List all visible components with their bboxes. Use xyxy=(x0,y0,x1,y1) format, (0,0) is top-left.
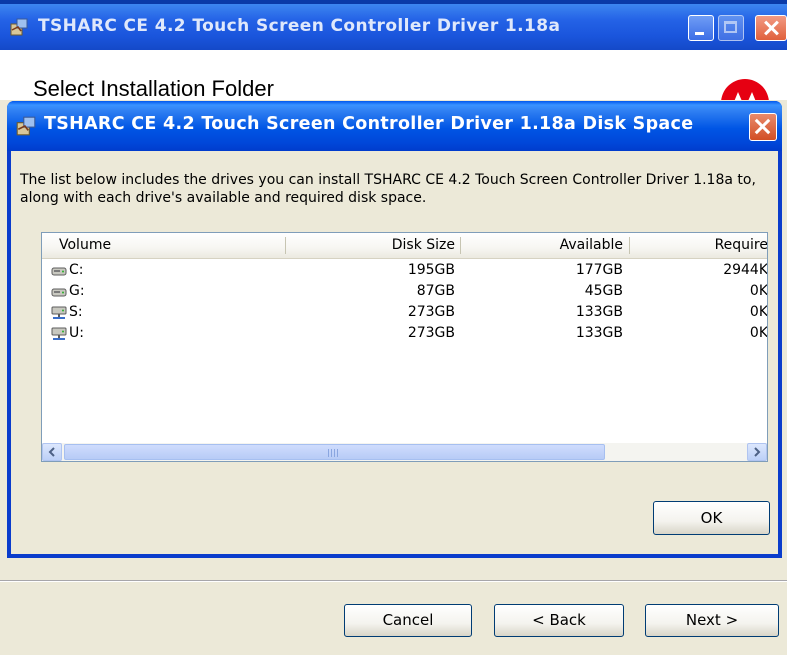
dialog-close-button[interactable] xyxy=(749,113,777,141)
chevron-left-icon xyxy=(48,447,55,457)
row-required: 0K xyxy=(749,325,768,341)
drive-row[interactable]: C: 195GB 177GB 2944K xyxy=(42,261,767,281)
row-disk-size: 273GB xyxy=(407,325,455,341)
column-header-disk-size[interactable]: Disk Size xyxy=(292,233,455,258)
row-volume: C: xyxy=(69,262,84,278)
row-disk-size: 273GB xyxy=(407,304,455,320)
button-bar-divider xyxy=(0,580,787,581)
network-drive-icon xyxy=(51,306,67,319)
row-volume: G: xyxy=(69,283,85,299)
horizontal-scrollbar[interactable] xyxy=(42,443,767,461)
chevron-right-icon xyxy=(754,447,761,457)
next-button[interactable]: Next > xyxy=(645,604,779,637)
row-volume: U: xyxy=(69,325,84,341)
back-button[interactable]: < Back xyxy=(494,604,624,637)
local-drive-icon xyxy=(51,288,67,297)
minimize-button[interactable] xyxy=(688,15,714,41)
drive-list[interactable]: Volume Disk Size Available Require C: 19… xyxy=(41,232,768,462)
installer-package-icon xyxy=(10,18,28,36)
list-header: Volume Disk Size Available Require xyxy=(42,233,767,259)
drive-row[interactable]: U: 273GB 133GB 0K xyxy=(42,324,767,344)
column-divider[interactable] xyxy=(460,237,461,254)
local-drive-icon xyxy=(51,267,67,276)
column-header-available[interactable]: Available xyxy=(472,233,623,258)
scroll-left-button[interactable] xyxy=(42,443,62,461)
row-required: 2944K xyxy=(723,262,768,278)
column-header-required[interactable]: Require xyxy=(678,233,767,258)
row-available: 133GB xyxy=(575,325,623,341)
installer-package-icon xyxy=(16,116,36,136)
dialog-description: The list below includes the drives you c… xyxy=(20,172,756,206)
ok-button[interactable]: OK xyxy=(653,501,770,535)
row-disk-size: 87GB xyxy=(416,283,455,299)
installer-title-bar[interactable]: TSHARC CE 4.2 Touch Screen Controller Dr… xyxy=(0,4,787,50)
column-divider[interactable] xyxy=(285,237,286,254)
scroll-right-button[interactable] xyxy=(747,443,767,461)
network-drive-icon xyxy=(51,327,67,340)
column-header-volume[interactable]: Volume xyxy=(59,233,111,258)
row-disk-size: 195GB xyxy=(407,262,455,278)
row-required: 0K xyxy=(749,283,768,299)
installer-title: TSHARC CE 4.2 Touch Screen Controller Dr… xyxy=(38,16,561,36)
row-required: 0K xyxy=(749,304,768,320)
row-volume: S: xyxy=(69,304,83,320)
column-divider[interactable] xyxy=(629,237,630,254)
scroll-thumb[interactable] xyxy=(64,444,605,460)
dialog-body: The list below includes the drives you c… xyxy=(11,151,778,554)
drive-row[interactable]: S: 273GB 133GB 0K xyxy=(42,303,767,323)
row-available: 133GB xyxy=(575,304,623,320)
installer-close-button[interactable] xyxy=(755,15,787,41)
drive-row[interactable]: G: 87GB 45GB 0K xyxy=(42,282,767,302)
cancel-button[interactable]: Cancel xyxy=(344,604,472,637)
dialog-title: TSHARC CE 4.2 Touch Screen Controller Dr… xyxy=(44,114,694,134)
row-available: 45GB xyxy=(584,283,623,299)
dialog-title-bar[interactable]: TSHARC CE 4.2 Touch Screen Controller Dr… xyxy=(7,101,782,151)
grip-icon xyxy=(328,449,338,457)
maximize-button xyxy=(718,15,744,41)
disk-space-dialog: TSHARC CE 4.2 Touch Screen Controller Dr… xyxy=(7,101,782,558)
page-title: Select Installation Folder xyxy=(33,76,274,101)
row-available: 177GB xyxy=(575,262,623,278)
